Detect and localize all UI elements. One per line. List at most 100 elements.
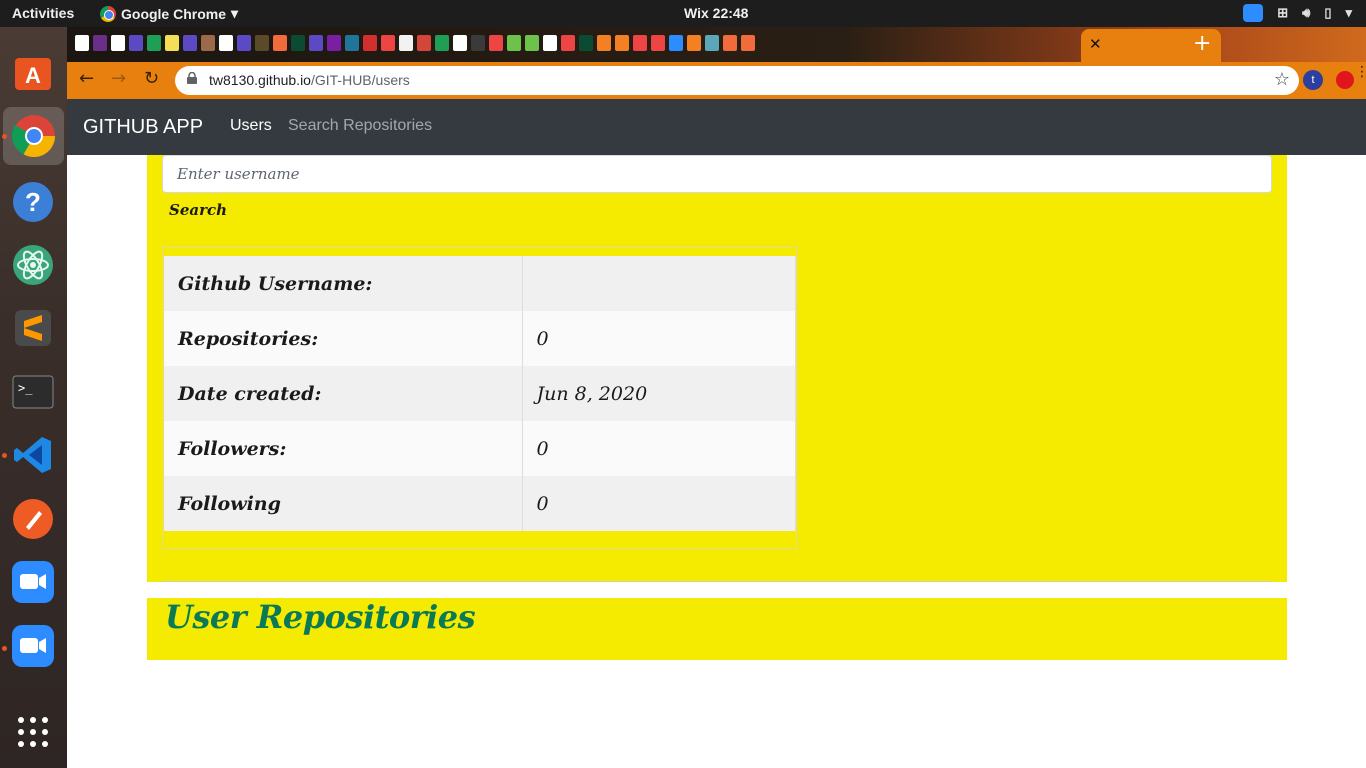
tab-favicon[interactable] <box>687 35 701 51</box>
tab-favicon[interactable] <box>93 35 107 51</box>
tab-favicon[interactable] <box>453 35 467 51</box>
app-menu[interactable]: Google Chrome ▾ <box>100 5 238 22</box>
tab-favicon[interactable] <box>723 35 737 51</box>
tab-favicon[interactable] <box>705 35 719 51</box>
address-bar[interactable]: tw8130.github.io/GIT-HUB/users ☆ <box>175 66 1299 95</box>
app-menu-label: Google Chrome <box>121 5 227 22</box>
svg-text:?: ? <box>25 187 41 217</box>
running-indicator <box>2 453 7 458</box>
pinned-tab-favicons <box>75 35 755 51</box>
tab-favicon[interactable] <box>543 35 557 51</box>
profile-details: Github Username: Repositories: 0 Date cr… <box>162 247 797 549</box>
user-search-card: Search Github Username: Repositories: 0 … <box>147 155 1287 582</box>
tab-favicon[interactable] <box>363 35 377 51</box>
clock[interactable]: Wix 22:48 <box>684 5 748 21</box>
tab-favicon[interactable] <box>525 35 539 51</box>
tab-favicon[interactable] <box>129 35 143 51</box>
tab-favicon[interactable] <box>597 35 611 51</box>
vscode-icon[interactable] <box>8 430 58 480</box>
tab-favicon[interactable] <box>507 35 521 51</box>
running-indicator <box>2 646 7 651</box>
tab-favicon[interactable] <box>291 35 305 51</box>
volume-icon: 🔊︎ <box>1302 5 1311 20</box>
zoom-icon[interactable] <box>8 557 58 607</box>
table-row: Following 0 <box>164 476 796 531</box>
app-navbar: GITHUB APP Users Search Repositories <box>67 99 1366 155</box>
bookmark-star-icon[interactable]: ☆ <box>1274 69 1290 90</box>
tab-favicon[interactable] <box>273 35 287 51</box>
svg-text:A: A <box>25 63 41 88</box>
section-divider <box>162 581 1272 582</box>
row-label: Github Username: <box>164 256 523 311</box>
lock-icon <box>187 72 197 84</box>
tab-favicon[interactable] <box>111 35 125 51</box>
tab-favicon[interactable] <box>579 35 593 51</box>
reload-icon[interactable]: ↻ <box>144 68 159 89</box>
tab-favicon[interactable] <box>183 35 197 51</box>
close-tab-icon[interactable]: ✕ <box>1089 35 1102 53</box>
tab-favicon[interactable] <box>633 35 647 51</box>
nav-link-users[interactable]: Users <box>230 117 272 135</box>
forward-arrow-icon[interactable]: → <box>111 68 126 89</box>
caret-down-icon: ▾ <box>231 5 239 21</box>
system-menu-caret-icon[interactable]: ▾ <box>1345 5 1352 21</box>
activities-button[interactable]: Activities <box>12 5 74 21</box>
show-applications-icon[interactable] <box>8 707 58 757</box>
url-text: tw8130.github.io/GIT-HUB/users <box>209 72 410 88</box>
tab-favicon[interactable] <box>417 35 431 51</box>
row-label: Followers: <box>164 421 523 476</box>
tab-favicon[interactable] <box>561 35 575 51</box>
row-value: Jun 8, 2020 <box>522 366 796 421</box>
search-button[interactable]: Search <box>169 201 227 219</box>
terminal-icon[interactable]: >_ <box>8 367 58 417</box>
zoom-tray-icon[interactable] <box>1243 4 1264 22</box>
postman-icon[interactable] <box>8 494 58 544</box>
tab-strip: ✕ + <box>67 27 1366 62</box>
username-input[interactable] <box>162 155 1272 193</box>
tab-favicon[interactable] <box>219 35 233 51</box>
nav-link-search-repositories[interactable]: Search Repositories <box>288 117 432 135</box>
url-path: /GIT-HUB/users <box>310 72 410 88</box>
app-brand[interactable]: GITHUB APP <box>83 116 203 139</box>
sublime-text-icon[interactable] <box>8 303 58 353</box>
tab-favicon[interactable] <box>345 35 359 51</box>
tab-favicon[interactable] <box>651 35 665 51</box>
new-tab-icon[interactable]: + <box>1193 31 1211 56</box>
tab-favicon[interactable] <box>669 35 683 51</box>
row-label: Following <box>164 476 523 531</box>
system-tray[interactable]: ⊞ 🔊︎ ▯ ▾ <box>1243 4 1352 22</box>
tab-favicon[interactable] <box>399 35 413 51</box>
chrome-icon <box>100 5 116 22</box>
chrome-dock-icon[interactable] <box>3 107 64 165</box>
chrome-menu-icon[interactable]: ⋮ <box>1355 65 1366 79</box>
atom-editor-icon[interactable] <box>8 240 58 290</box>
tab-favicon[interactable] <box>147 35 161 51</box>
tab-favicon[interactable] <box>237 35 251 51</box>
running-indicator <box>2 134 7 139</box>
extension-icon[interactable] <box>1336 71 1354 89</box>
tab-favicon[interactable] <box>327 35 341 51</box>
svg-text:>_: >_ <box>18 381 33 395</box>
tab-favicon[interactable] <box>381 35 395 51</box>
software-center-icon[interactable]: A <box>8 47 58 97</box>
tab-favicon[interactable] <box>615 35 629 51</box>
tab-favicon[interactable] <box>309 35 323 51</box>
back-arrow-icon[interactable]: ← <box>79 68 94 89</box>
tab-favicon[interactable] <box>741 35 755 51</box>
tab-favicon[interactable] <box>75 35 89 51</box>
zoom-icon[interactable] <box>8 621 58 671</box>
tab-favicon[interactable] <box>201 35 215 51</box>
row-value: 0 <box>522 311 796 366</box>
tab-favicon[interactable] <box>165 35 179 51</box>
row-value: 0 <box>522 476 796 531</box>
tab-favicon[interactable] <box>471 35 485 51</box>
tab-favicon[interactable] <box>255 35 269 51</box>
help-icon[interactable]: ? <box>8 177 58 227</box>
profile-avatar[interactable]: t <box>1303 70 1323 90</box>
tab-favicon[interactable] <box>435 35 449 51</box>
row-value <box>522 256 796 311</box>
battery-icon: ▯ <box>1324 5 1332 20</box>
table-row: Date created: Jun 8, 2020 <box>164 366 796 421</box>
tab-favicon[interactable] <box>489 35 503 51</box>
repositories-section: User Repositories <box>147 598 1287 660</box>
